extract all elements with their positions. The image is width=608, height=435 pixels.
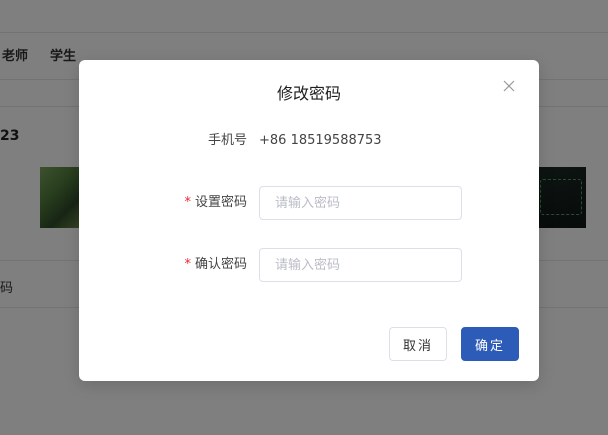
set-password-label-text: 设置密码 xyxy=(194,195,247,210)
confirm-password-input[interactable] xyxy=(259,248,462,282)
close-icon xyxy=(503,80,515,92)
phone-value: +86 18519588753 xyxy=(259,133,382,148)
phone-label: 手机号 xyxy=(207,133,247,148)
confirm-password-row: * 确认密码 xyxy=(79,248,539,282)
change-password-dialog: 修改密码 手机号 +86 18519588753 * 设置密码 * 确认密码 取消 … xyxy=(79,60,539,381)
cancel-button[interactable]: 取消 xyxy=(389,327,447,361)
required-mark: * xyxy=(184,195,191,210)
close-button[interactable] xyxy=(503,80,519,96)
confirm-password-label-text: 确认密码 xyxy=(194,257,247,272)
set-password-label: * 设置密码 xyxy=(184,186,247,220)
set-password-row: * 设置密码 xyxy=(79,186,539,220)
confirm-password-label: * 确认密码 xyxy=(184,248,247,282)
set-password-input[interactable] xyxy=(259,186,462,220)
dialog-title: 修改密码 xyxy=(276,84,341,103)
phone-row: 手机号 +86 18519588753 xyxy=(79,124,539,158)
confirm-button[interactable]: 确定 xyxy=(461,327,519,361)
required-mark: * xyxy=(184,257,191,272)
